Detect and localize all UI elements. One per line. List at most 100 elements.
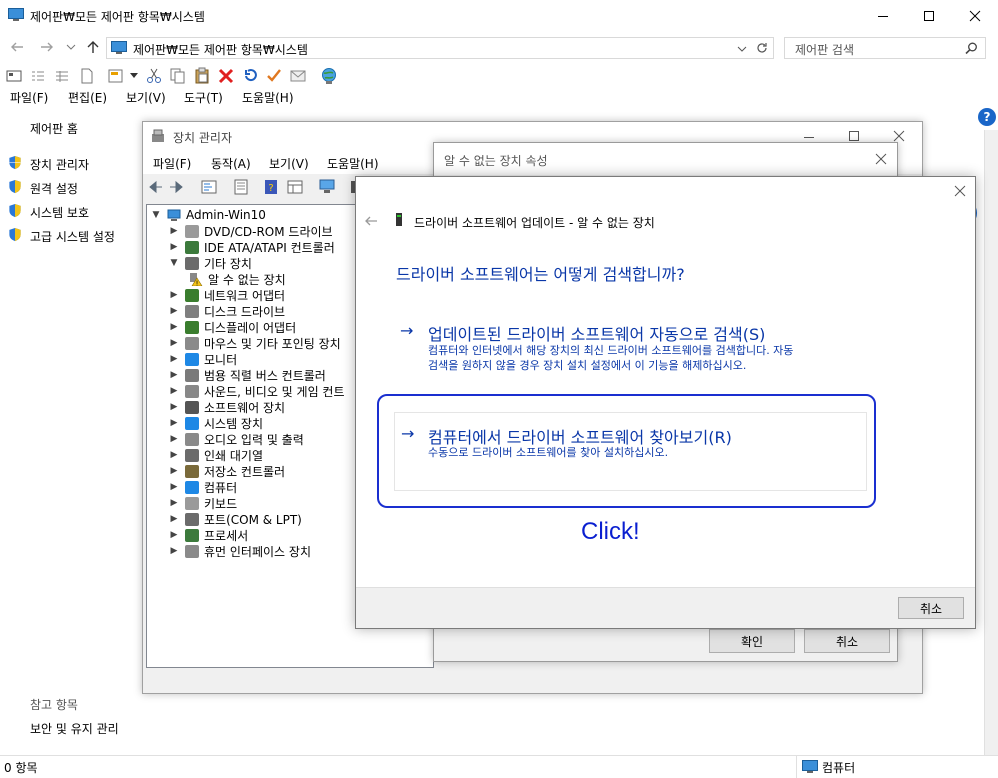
tree-category[interactable]: ▶ 오디오 입력 및 출력 (169, 431, 304, 447)
minimize-button[interactable] (860, 0, 906, 32)
collapse-arrow-icon[interactable]: ▼ (169, 258, 179, 268)
tree-child-item[interactable]: ! 알 수 없는 장치 (189, 271, 286, 287)
expand-arrow-icon[interactable]: ▶ (169, 466, 179, 476)
maximize-icon[interactable] (848, 130, 860, 142)
expand-arrow-icon[interactable]: ▶ (169, 226, 179, 236)
menu-help[interactable]: 도움말(H) (242, 89, 294, 106)
menu-edit[interactable]: 편집(E) (68, 89, 107, 106)
search-input[interactable]: 제어판 검색 (795, 41, 854, 58)
expand-arrow-icon[interactable]: ▶ (169, 482, 179, 492)
up-arrow-icon[interactable] (86, 40, 100, 54)
tree-category[interactable]: ▶ 디스플레이 어댑터 (169, 319, 296, 335)
expand-arrow-icon[interactable]: ▶ (169, 514, 179, 524)
dm-menu-file[interactable]: 파일(F) (153, 155, 191, 172)
close-icon[interactable] (893, 130, 905, 142)
expand-arrow-icon[interactable]: ▶ (169, 306, 179, 316)
expand-arrow-icon[interactable]: ▶ (169, 370, 179, 380)
menu-tools[interactable]: 도구(T) (184, 89, 223, 106)
tree-category[interactable]: ▶ 네트워크 어댑터 (169, 287, 285, 303)
maximize-button[interactable] (906, 0, 952, 32)
expand-arrow-icon[interactable]: ▶ (169, 450, 179, 460)
copy-icon[interactable] (170, 68, 186, 84)
forward-arrow-icon[interactable] (169, 180, 185, 194)
list-view-icon[interactable] (30, 69, 46, 83)
ok-button[interactable]: 확인 (709, 629, 795, 653)
tree-category[interactable]: ▶ 키보드 (169, 495, 237, 511)
tree-category[interactable]: ▶ 사운드, 비디오 및 게임 컨트 (169, 383, 345, 399)
search-box[interactable]: 제어판 검색 (784, 37, 986, 59)
properties-icon[interactable] (108, 68, 124, 84)
address-bar[interactable]: 제어판₩모든 제어판 항목₩시스템 (106, 37, 774, 59)
refresh-icon[interactable] (755, 41, 769, 55)
cut-icon[interactable] (146, 68, 162, 84)
menu-file[interactable]: 파일(F) (10, 89, 48, 106)
tree-category[interactable]: ▼ 기타 장치 (169, 255, 252, 271)
view-grid-icon[interactable] (287, 180, 303, 194)
expand-arrow-icon[interactable]: ▶ (169, 322, 179, 332)
nav-control-panel-home[interactable]: 제어판 홈 (30, 120, 78, 137)
details-view-icon[interactable] (54, 69, 70, 83)
expand-arrow-icon[interactable]: ▶ (169, 498, 179, 508)
expand-arrow-icon[interactable]: ▶ (169, 402, 179, 412)
scan-hardware-icon[interactable] (319, 179, 335, 195)
back-arrow-icon[interactable] (147, 180, 163, 194)
cancel-button[interactable]: 취소 (804, 629, 890, 653)
tree-category[interactable]: ▶ 포트(COM & LPT) (169, 511, 302, 527)
back-arrow-icon[interactable] (10, 41, 24, 53)
collapse-arrow-icon[interactable]: ▼ (151, 210, 161, 220)
dm-menu-help[interactable]: 도움말(H) (327, 155, 379, 172)
tree-category[interactable]: ▶ 소프트웨어 장치 (169, 399, 285, 415)
expand-arrow-icon[interactable]: ▶ (169, 338, 179, 348)
mail-icon[interactable] (290, 69, 306, 83)
expand-arrow-icon[interactable]: ▶ (169, 242, 179, 252)
menu-view[interactable]: 보기(V) (126, 89, 166, 106)
tree-category[interactable]: ▶ 범용 직렬 버스 컨트롤러 (169, 367, 326, 383)
tree-category[interactable]: ▶ 컴퓨터 (169, 479, 237, 495)
nav-system-protection[interactable]: 시스템 보호 (30, 204, 89, 221)
tree-category[interactable]: ▶ 인쇄 대기열 (169, 447, 263, 463)
close-button[interactable] (952, 0, 998, 32)
help-icon[interactable]: ? (978, 108, 996, 126)
nav-security-maintenance[interactable]: 보안 및 유지 관리 (30, 720, 119, 737)
tree-category[interactable]: ▶ 시스템 장치 (169, 415, 263, 431)
new-document-icon[interactable] (80, 68, 94, 84)
undo-icon[interactable] (242, 68, 258, 84)
tree-root[interactable]: ▼ Admin-Win10 (151, 207, 266, 223)
tree-category[interactable]: ▶ 마우스 및 기타 포인팅 장치 (169, 335, 341, 351)
tree-category[interactable]: ▶ 모니터 (169, 351, 237, 367)
large-icons-view-icon[interactable] (6, 69, 22, 83)
tree-category[interactable]: ▶ 디스크 드라이브 (169, 303, 285, 319)
expand-arrow-icon[interactable]: ▶ (169, 386, 179, 396)
address-dropdown-icon[interactable] (737, 45, 747, 53)
show-hide-tree-icon[interactable] (201, 180, 217, 194)
nav-remote-settings[interactable]: 원격 설정 (30, 180, 78, 197)
paste-icon[interactable] (194, 67, 210, 84)
back-arrow-icon[interactable] (364, 215, 378, 227)
tree-category[interactable]: ▶ IDE ATA/ATAPI 컨트롤러 (169, 239, 335, 255)
auto-search-option[interactable]: → 업데이트된 드라이버 소프트웨어 자동으로 검색(S) 컴퓨터와 인터넷에서… (400, 320, 870, 376)
tree-category[interactable]: ▶ 저장소 컨트롤러 (169, 463, 285, 479)
dm-menu-view[interactable]: 보기(V) (269, 155, 309, 172)
tree-category[interactable]: ▶ DVD/CD-ROM 드라이브 (169, 223, 333, 239)
nav-advanced-system-settings[interactable]: 고급 시스템 설정 (30, 228, 115, 245)
tree-category[interactable]: ▶ 휴먼 인터페이스 장치 (169, 543, 311, 559)
expand-arrow-icon[interactable]: ▶ (169, 290, 179, 300)
help-book-icon[interactable]: ? (263, 179, 279, 195)
properties-sheet-icon[interactable] (233, 179, 249, 195)
wizard-cancel-button[interactable]: 취소 (898, 597, 964, 619)
expand-arrow-icon[interactable]: ▶ (169, 546, 179, 556)
checkmark-icon[interactable] (266, 68, 282, 84)
close-icon[interactable] (954, 185, 966, 197)
expand-arrow-icon[interactable]: ▶ (169, 354, 179, 364)
forward-arrow-icon[interactable] (40, 41, 54, 53)
dm-menu-action[interactable]: 동작(A) (211, 155, 251, 172)
delete-icon[interactable] (218, 68, 234, 84)
expand-arrow-icon[interactable]: ▶ (169, 418, 179, 428)
expand-arrow-icon[interactable]: ▶ (169, 434, 179, 444)
search-icon[interactable] (965, 42, 978, 55)
main-scrollbar[interactable] (984, 130, 998, 755)
recent-dropdown-icon[interactable] (66, 43, 76, 51)
expand-arrow-icon[interactable]: ▶ (169, 530, 179, 540)
nav-device-manager[interactable]: 장치 관리자 (30, 156, 89, 173)
close-icon[interactable] (875, 153, 887, 165)
